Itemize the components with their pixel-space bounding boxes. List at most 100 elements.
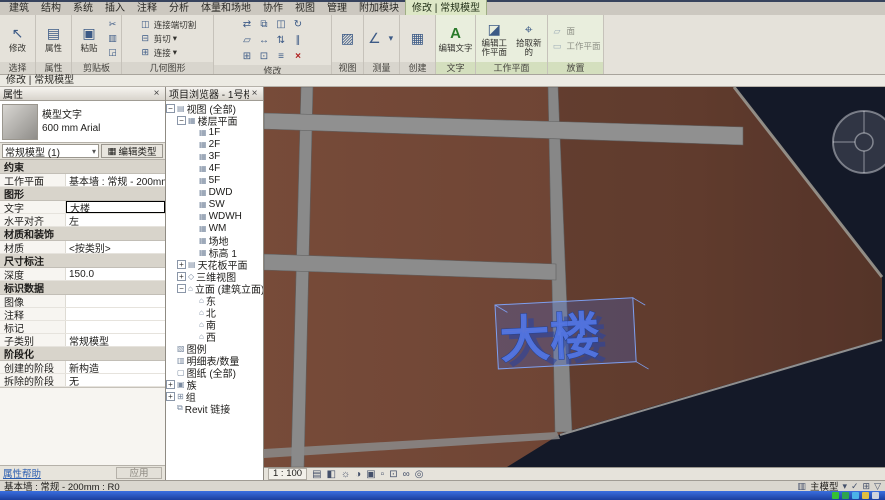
tab-insert[interactable]: 插入 — [99, 0, 131, 15]
split-icon[interactable]: ∥ — [290, 32, 307, 48]
property-value[interactable] — [66, 295, 165, 307]
tab-manage[interactable]: 管理 — [321, 0, 353, 15]
offset-icon[interactable]: ⧉ — [256, 16, 273, 32]
edit-workplane-button[interactable]: ◪ 编辑工作平面 — [478, 20, 511, 57]
property-value[interactable]: 无 — [66, 374, 165, 386]
pin-icon[interactable]: ⊡ — [256, 48, 273, 64]
match-type-icon[interactable]: ▥ — [106, 32, 119, 45]
tree-item-label[interactable]: 5F — [209, 175, 221, 186]
mirror-icon[interactable]: ◫ — [273, 16, 290, 32]
collapse-icon[interactable]: − — [177, 116, 186, 125]
tree-item-label[interactable]: 2F — [209, 139, 221, 150]
editable-only-icon[interactable]: ✓ — [851, 481, 859, 492]
tree-item-floor-plans[interactable]: −▦楼层平面 — [166, 114, 263, 126]
cut-icon[interactable]: ✂ — [106, 18, 119, 31]
tree-item-label[interactable]: Revit 链接 — [185, 401, 231, 416]
tray-icon-3[interactable] — [852, 492, 859, 499]
tray-icon-5[interactable] — [872, 492, 879, 499]
group-graphics[interactable]: 图形 — [0, 187, 165, 201]
steering-wheel[interactable] — [833, 111, 885, 173]
instance-filter-dropdown[interactable]: 常规模型 (1) ▾ — [2, 144, 99, 158]
apply-button[interactable]: 应用 — [116, 467, 162, 479]
properties-close-icon[interactable]: × — [151, 88, 162, 99]
trim-icon[interactable]: ⊞ — [239, 48, 256, 64]
expand-icon[interactable]: + — [177, 272, 186, 281]
tree-item-label[interactable]: DWD — [209, 187, 233, 198]
crop-region-visible-icon[interactable]: ⊡ — [389, 469, 397, 480]
modify-tool-button[interactable]: ↖ 修改 — [2, 25, 33, 53]
3d-view-canvas[interactable]: 大楼 大楼 — [264, 87, 885, 467]
tree-item-label[interactable]: 1F — [209, 127, 221, 138]
property-value[interactable]: 150.0 — [66, 268, 165, 280]
tree-item-2f[interactable]: ▦2F — [166, 138, 263, 150]
property-value[interactable]: 新构造 — [66, 361, 165, 373]
visual-style-icon[interactable]: ◧ — [327, 469, 336, 480]
group-constraints[interactable]: 约束 — [0, 160, 165, 174]
tab-view[interactable]: 视图 — [289, 0, 321, 15]
join-geometry-button[interactable]: ⊞ 连接 ▾ — [139, 46, 177, 59]
rotate-icon[interactable]: ↻ — [290, 16, 307, 32]
edit-type-button[interactable]: ▦ 编辑类型 — [101, 144, 163, 158]
tab-architecture[interactable]: 建筑 — [3, 0, 35, 15]
tree-item-label[interactable]: 楼层平面 — [198, 113, 238, 128]
copy-icon[interactable]: ⇅ — [273, 32, 290, 48]
group-materials[interactable]: 材质和装饰 — [0, 227, 165, 241]
text-property-value[interactable]: 大楼 — [66, 201, 165, 213]
expand-icon[interactable]: + — [166, 380, 175, 389]
tray-icon-2[interactable] — [842, 492, 849, 499]
reveal-hidden-elements-icon[interactable]: ◎ — [415, 469, 424, 480]
cut-geometry-button[interactable]: ⊟ 剪切 ▾ — [139, 32, 177, 45]
tree-item-3f[interactable]: ▦3F — [166, 150, 263, 162]
tree-item-revit-links[interactable]: ⧉Revit 链接 — [166, 402, 263, 414]
group-phasing[interactable]: 阶段化 — [0, 347, 165, 361]
tray-icon-4[interactable] — [862, 492, 869, 499]
selection-filter-icon[interactable]: ▽ — [874, 481, 881, 492]
group-identity-data[interactable]: 标识数据 — [0, 281, 165, 295]
property-value[interactable] — [66, 308, 165, 320]
tree-item-west[interactable]: ⌂西 — [166, 330, 263, 342]
array-icon[interactable]: ▱ — [239, 32, 256, 48]
panel-select-label[interactable]: 选择 — [0, 62, 35, 74]
detail-level-icon[interactable]: ▤ — [312, 469, 321, 480]
delete-icon[interactable]: × — [290, 48, 307, 64]
cope-button[interactable]: ◫ 连接端切割 — [139, 18, 197, 31]
tab-modify-generic-model[interactable]: 修改 | 常规模型 — [405, 0, 487, 15]
collapse-icon[interactable]: − — [166, 104, 175, 113]
move-icon[interactable]: ↔ — [256, 32, 273, 48]
tree-item-4f[interactable]: ▦4F — [166, 162, 263, 174]
group-dimensions[interactable]: 尺寸标注 — [0, 254, 165, 268]
tab-systems[interactable]: 系统 — [67, 0, 99, 15]
tree-item-label[interactable]: SW — [209, 199, 225, 210]
property-value[interactable]: 左 — [66, 214, 165, 226]
property-value[interactable]: 基本墙 : 常规 - 200mm — [66, 174, 165, 186]
property-value[interactable] — [66, 321, 165, 333]
align-icon[interactable]: ⇄ — [239, 16, 256, 32]
expand-icon[interactable]: + — [177, 260, 186, 269]
tree-item-label[interactable]: 3F — [209, 151, 221, 162]
project-browser-close-icon[interactable]: × — [249, 88, 260, 99]
expand-icon[interactable]: + — [166, 392, 175, 401]
design-option-caret-icon[interactable]: ▾ — [842, 481, 847, 492]
view-tools-icon[interactable]: ▨ — [339, 29, 357, 47]
type-selector[interactable]: 模型文字 600 mm Arial — [0, 101, 165, 143]
tab-annotate[interactable]: 注释 — [131, 0, 163, 15]
tree-item-wdwh[interactable]: ▦WDWH — [166, 210, 263, 222]
tree-item-1f[interactable]: ▦1F — [166, 126, 263, 138]
scale-icon[interactable]: ≡ — [273, 48, 290, 64]
tab-analyze[interactable]: 分析 — [163, 0, 195, 15]
shadows-icon[interactable]: ◑ — [355, 469, 361, 480]
tree-item-sheets[interactable]: ▢图纸 (全部) — [166, 366, 263, 378]
property-value[interactable]: <按类别> — [66, 241, 165, 253]
tab-structure[interactable]: 结构 — [35, 0, 67, 15]
measure-caret-icon[interactable]: ▾ — [385, 32, 397, 45]
properties-button[interactable]: ▤ 属性 — [38, 25, 69, 53]
exclude-options-icon[interactable]: ⊞ — [863, 481, 871, 492]
tab-collaborate[interactable]: 协作 — [257, 0, 289, 15]
crop-view-icon[interactable]: ▫ — [381, 469, 385, 480]
tree-item-label[interactable]: WDWH — [209, 211, 242, 222]
tree-item-families[interactable]: +▣族 — [166, 378, 263, 390]
tree-item-label[interactable]: 4F — [209, 163, 221, 174]
tree-item-sw[interactable]: ▦SW — [166, 198, 263, 210]
pick-new-host-button[interactable]: ⌖ 拾取新的 — [513, 20, 546, 57]
create-icon[interactable]: ▦ — [409, 29, 427, 47]
